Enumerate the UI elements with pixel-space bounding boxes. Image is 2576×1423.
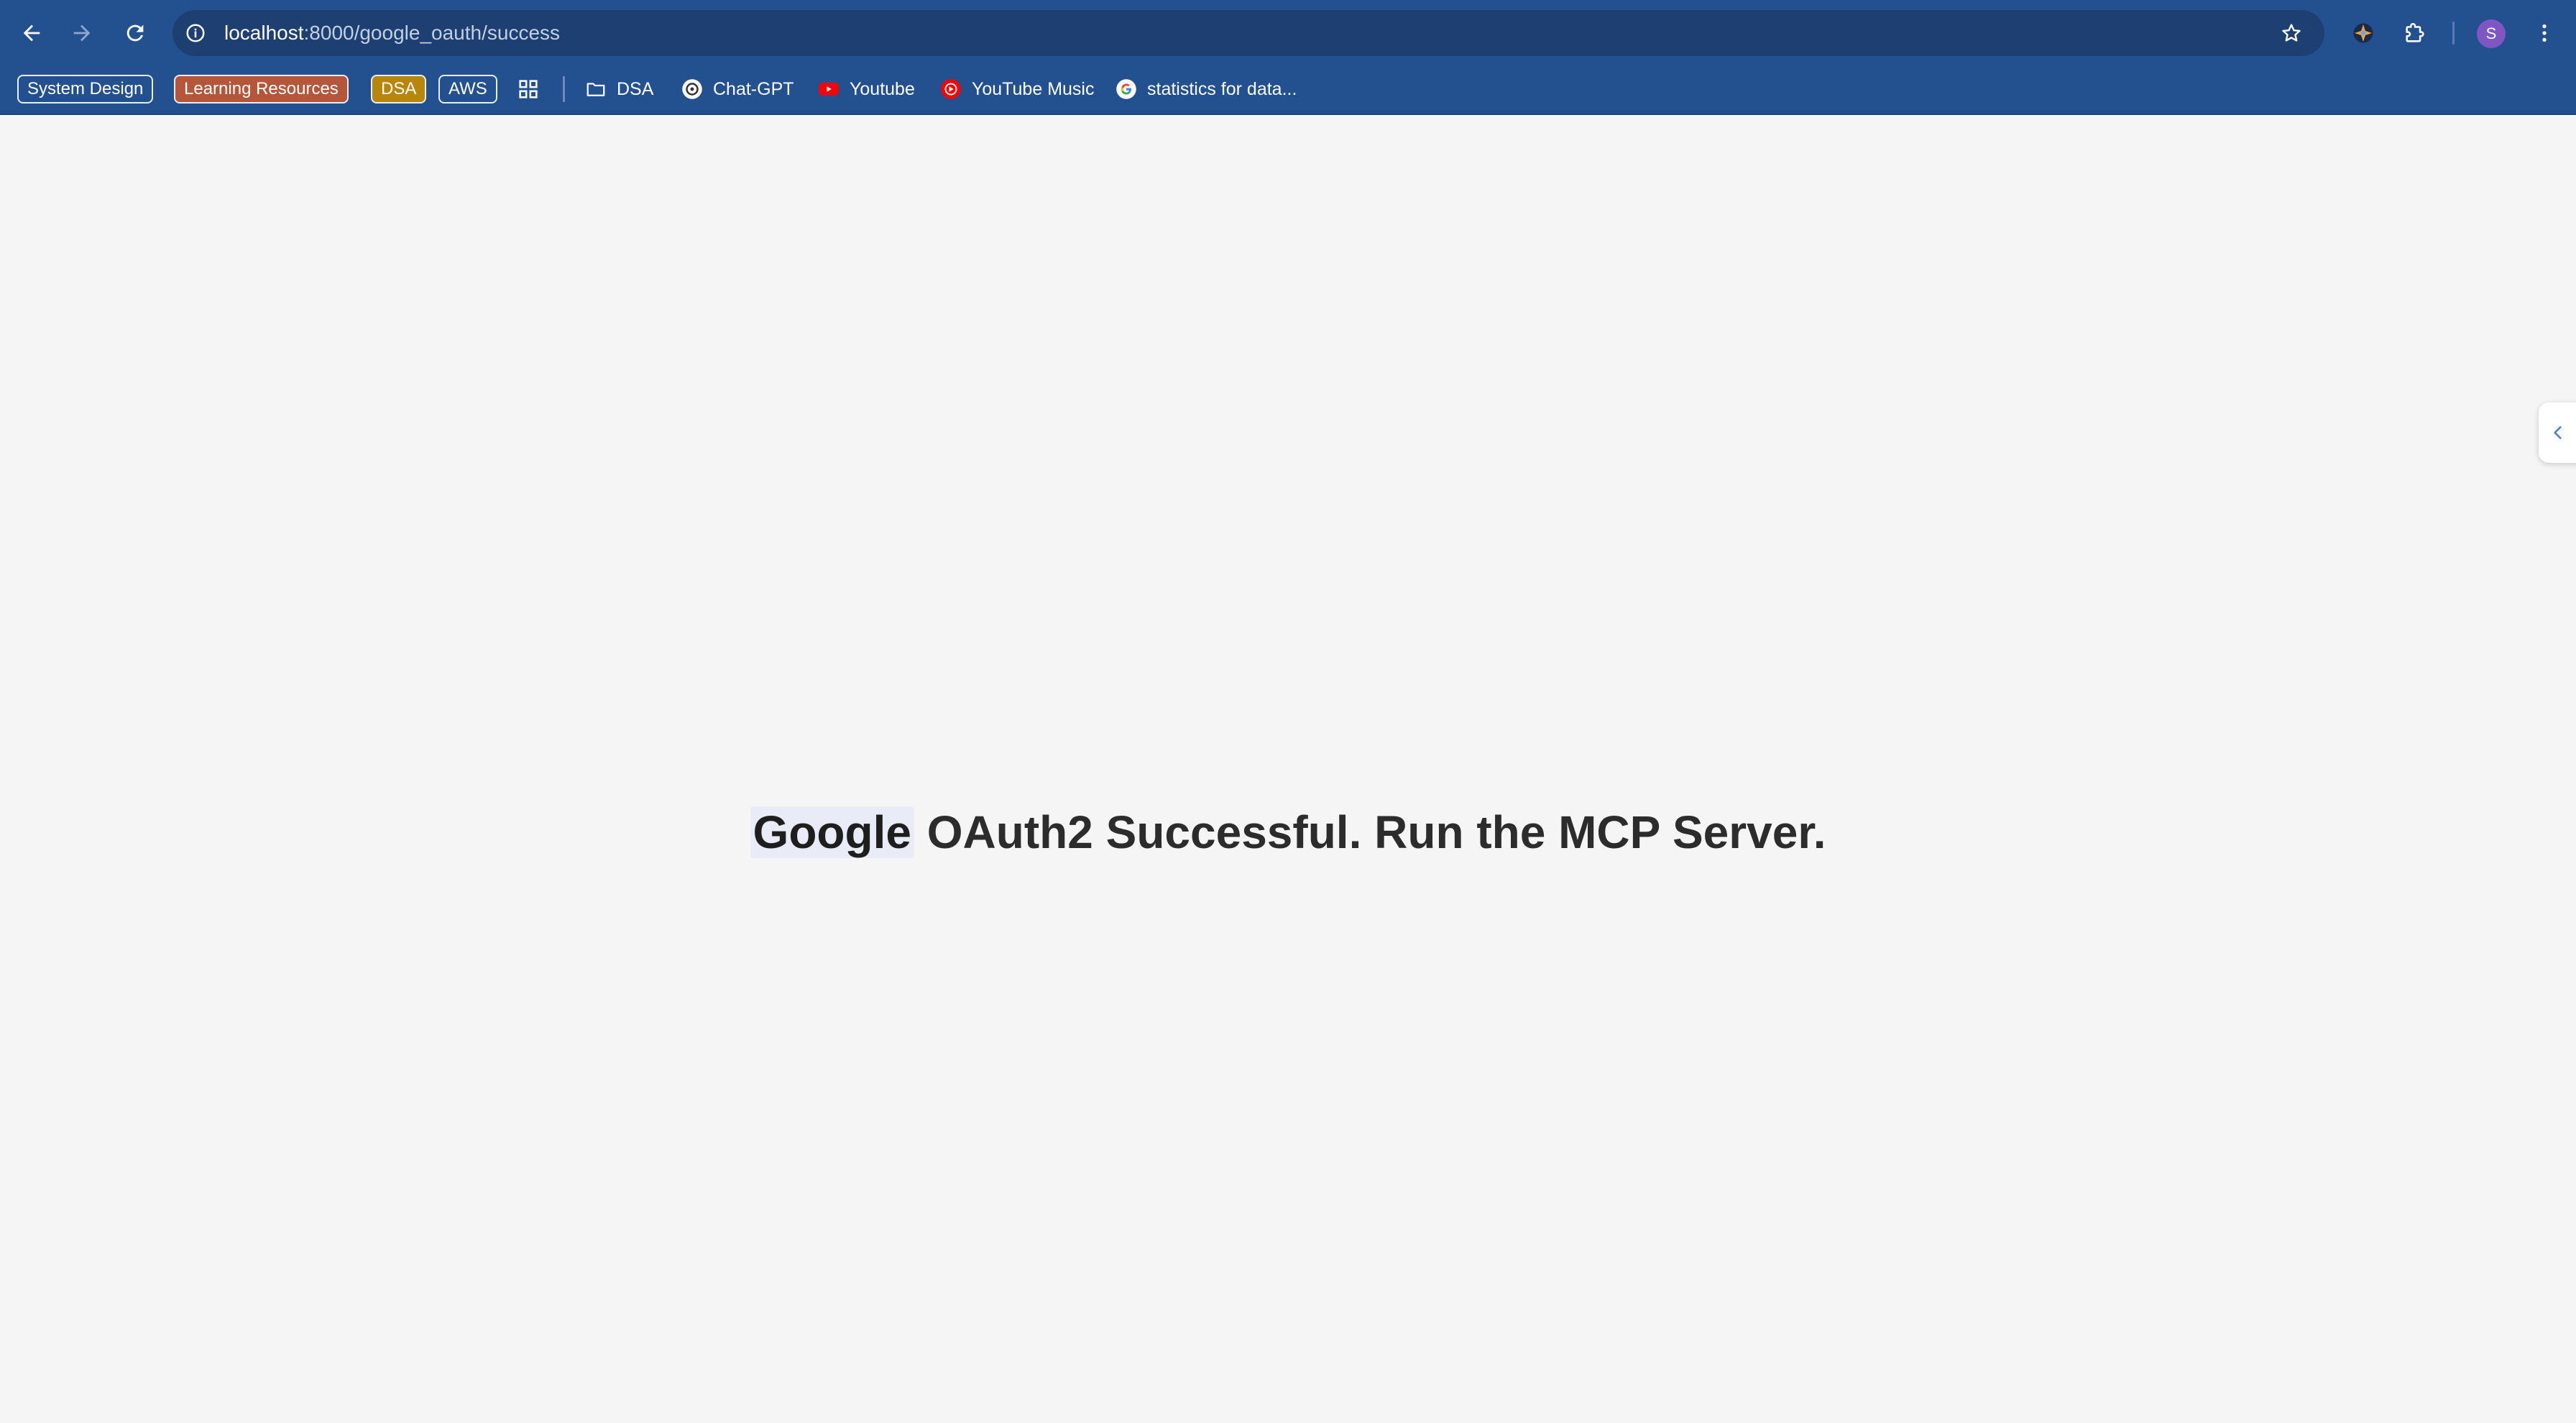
- browser-chrome: localhost:8000/google_oauth/success S Sy…: [0, 0, 2576, 115]
- side-panel-toggle[interactable]: [2539, 402, 2576, 463]
- extension-logo-icon: [2353, 23, 2373, 43]
- bookmark-folder-dsa[interactable]: DSA: [585, 75, 653, 103]
- bookmark-label: Chat-GPT: [713, 78, 794, 99]
- bookmark-label: statistics for data...: [1147, 78, 1297, 99]
- bookmark-folder-learning-resources[interactable]: Learning Resources: [174, 75, 349, 103]
- site-info-icon[interactable]: [181, 19, 210, 47]
- browser-toolbar: localhost:8000/google_oauth/success S: [0, 0, 2576, 66]
- youtube-icon: [818, 78, 840, 100]
- reload-icon: [126, 24, 144, 42]
- url-text[interactable]: localhost:8000/google_oauth/success: [224, 10, 560, 56]
- chatgpt-icon: [681, 78, 703, 100]
- bookmarks-bar: System Design Learning Resources DSA AWS…: [0, 66, 2576, 115]
- bookmark-label: DSA: [617, 78, 654, 99]
- arrow-right-icon: [73, 24, 91, 42]
- forward-button[interactable]: [65, 16, 99, 50]
- toolbar-divider: [2452, 22, 2455, 45]
- reload-button[interactable]: [118, 16, 152, 50]
- bookmark-folder-aws[interactable]: AWS: [438, 75, 497, 103]
- bookmark-folder-system-design[interactable]: System Design: [17, 75, 154, 103]
- kebab-menu-icon: [2542, 24, 2547, 42]
- chevron-left-icon: [2554, 426, 2562, 439]
- google-icon: [1116, 78, 1137, 100]
- url-path: :8000/google_oauth/success: [303, 22, 561, 44]
- bookmark-label: Youtube: [850, 78, 915, 99]
- address-bar[interactable]: localhost:8000/google_oauth/success: [172, 10, 2324, 56]
- apps-grid-button[interactable]: [516, 75, 540, 103]
- url-host: localhost: [224, 22, 304, 44]
- bookmark-youtube[interactable]: Youtube: [818, 75, 915, 103]
- bookmark-folder-dsa-chip[interactable]: DSA: [371, 75, 427, 103]
- arrow-left-icon: [23, 24, 40, 42]
- chrome-bottom-border: [0, 114, 2576, 115]
- headline-highlight: Google: [750, 806, 914, 858]
- bookmark-star-icon[interactable]: [2277, 19, 2306, 47]
- folder-icon: [585, 78, 607, 100]
- apps-grid-icon: [519, 80, 538, 98]
- puzzle-icon: [2406, 22, 2424, 42]
- headline-text: OAuth2 Successful. Run the MCP Server.: [914, 806, 1826, 858]
- page-headline: Google OAuth2 Successful. Run the MCP Se…: [0, 803, 2576, 861]
- bookmark-statistics[interactable]: statistics for data...: [1116, 75, 1297, 103]
- menu-button[interactable]: [2527, 16, 2562, 50]
- bookmark-youtube-music[interactable]: YouTube Music: [940, 75, 1094, 103]
- extension-button[interactable]: [2346, 16, 2380, 50]
- bookmarks-divider: [563, 76, 565, 102]
- youtube-music-icon: [940, 78, 962, 100]
- bookmark-chat-gpt[interactable]: Chat-GPT: [681, 75, 794, 103]
- bookmark-label: YouTube Music: [972, 78, 1095, 99]
- profile-avatar[interactable]: S: [2477, 19, 2506, 48]
- extensions-button[interactable]: [2398, 16, 2432, 50]
- back-button[interactable]: [14, 16, 49, 50]
